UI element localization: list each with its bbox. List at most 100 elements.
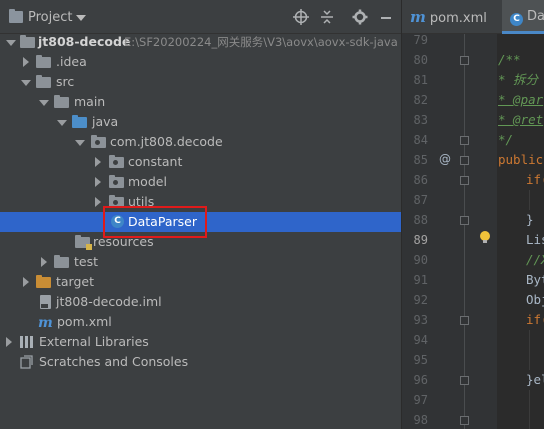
library-icon bbox=[20, 336, 34, 348]
tree-item-target[interactable]: target bbox=[0, 272, 401, 292]
expand-arrow-icon[interactable] bbox=[56, 112, 67, 132]
collapse-arrow-icon[interactable] bbox=[92, 192, 102, 212]
project-panel-header: Project bbox=[0, 0, 401, 34]
collapse-arrow-icon[interactable] bbox=[20, 52, 30, 72]
collapse-arrow-icon[interactable] bbox=[92, 152, 102, 172]
expand-arrow-icon[interactable] bbox=[38, 92, 49, 112]
fold-marker-icon[interactable] bbox=[460, 56, 469, 65]
line-number: 97 bbox=[413, 393, 428, 407]
tree-item-label: com.jt808.decode bbox=[110, 134, 223, 149]
module-file-icon bbox=[40, 295, 51, 309]
code-line[interactable]: } bbox=[526, 210, 534, 230]
tree-item-label: jt808-decode.iml bbox=[56, 294, 162, 309]
module-path-hint: E:\SF20200224_网关服务\V3\aovx\aovx-sdk-java bbox=[124, 35, 398, 49]
code-line[interactable]: Obj bbox=[526, 290, 544, 310]
tab-label: pom.xml bbox=[429, 11, 487, 26]
code-line[interactable]: public bbox=[498, 150, 543, 170]
expand-arrow-icon[interactable] bbox=[74, 132, 85, 152]
code-line[interactable]: Byt bbox=[526, 270, 544, 290]
collapse-icon[interactable] bbox=[319, 9, 335, 25]
code-line[interactable]: * @ret bbox=[498, 110, 543, 130]
line-number: 91 bbox=[413, 273, 428, 287]
line-number: 79 bbox=[413, 33, 428, 47]
code-line[interactable]: //X bbox=[526, 250, 544, 270]
java-class-icon: C bbox=[510, 13, 523, 26]
fold-marker-icon[interactable] bbox=[460, 316, 469, 325]
folder-icon bbox=[36, 75, 51, 88]
package-icon bbox=[109, 155, 124, 168]
indent-guide bbox=[529, 330, 530, 370]
tree-item-idea[interactable]: .idea bbox=[0, 52, 401, 72]
tree-item-main[interactable]: main bbox=[0, 92, 401, 112]
tree-item-external-libraries[interactable]: External Libraries bbox=[0, 332, 401, 352]
crosshair-icon[interactable] bbox=[293, 9, 309, 25]
line-number: 83 bbox=[413, 113, 428, 127]
tree-item-java[interactable]: java bbox=[0, 112, 401, 132]
fold-marker-icon[interactable] bbox=[460, 416, 469, 425]
excluded-folder-icon bbox=[36, 275, 51, 288]
scratches-icon bbox=[20, 355, 34, 369]
fold-marker-icon[interactable] bbox=[460, 376, 469, 385]
minimize-icon[interactable] bbox=[378, 9, 394, 25]
tree-item-label: External Libraries bbox=[39, 334, 149, 349]
line-number: 96 bbox=[413, 373, 428, 387]
tree-item-constant[interactable]: constant bbox=[0, 152, 401, 172]
line-number: 86 bbox=[413, 173, 428, 187]
expand-arrow-icon[interactable] bbox=[20, 72, 31, 92]
tree-item-test[interactable]: test bbox=[0, 252, 401, 272]
tree-item-pom[interactable]: m pom.xml bbox=[0, 312, 401, 332]
fold-marker-icon[interactable] bbox=[460, 136, 469, 145]
line-number-current: 89 bbox=[413, 233, 428, 247]
line-number: 94 bbox=[413, 333, 428, 347]
code-line[interactable]: * @par bbox=[498, 90, 543, 110]
code-line[interactable]: * 拆分 bbox=[498, 70, 538, 90]
resources-folder-icon bbox=[75, 235, 92, 250]
line-number: 80 bbox=[413, 53, 428, 67]
tree-item-label: Scratches and Consoles bbox=[39, 354, 189, 369]
tree-item-iml[interactable]: jt808-decode.iml bbox=[0, 292, 401, 312]
code-line[interactable]: */ bbox=[498, 130, 513, 150]
tree-item-package[interactable]: com.jt808.decode bbox=[0, 132, 401, 152]
tree-item-scratches[interactable]: Scratches and Consoles bbox=[0, 352, 401, 372]
indent-guide bbox=[529, 390, 530, 429]
chevron-down-icon[interactable] bbox=[76, 15, 86, 21]
tree-item-model[interactable]: model bbox=[0, 172, 401, 192]
line-number: 87 bbox=[413, 193, 428, 207]
tree-item-label: jt808-decode bbox=[38, 34, 131, 49]
fold-marker-icon[interactable] bbox=[460, 176, 469, 185]
fold-marker-icon[interactable] bbox=[460, 156, 469, 165]
line-number: 90 bbox=[413, 253, 428, 267]
maven-icon: m bbox=[410, 8, 426, 26]
collapse-arrow-icon[interactable] bbox=[20, 272, 30, 292]
code-line[interactable]: }el bbox=[526, 370, 544, 390]
project-view-selector[interactable]: Project bbox=[28, 10, 72, 25]
code-editor: m pom.xml C Da 79 80 81 82 83 84 85 86 87 … bbox=[401, 0, 544, 429]
indent-guide bbox=[529, 190, 530, 210]
collapse-arrow-icon[interactable] bbox=[3, 332, 13, 352]
tree-item-root[interactable]: jt808-decode E:\SF20200224_网关服务\V3\aovx\… bbox=[0, 32, 401, 52]
collapse-arrow-icon[interactable] bbox=[38, 252, 48, 272]
fold-marker-icon[interactable] bbox=[460, 216, 469, 225]
editor-gutter: 79 80 81 82 83 84 85 86 87 88 89 90 91 9… bbox=[402, 33, 497, 429]
code-line[interactable]: if( bbox=[526, 170, 544, 190]
package-icon bbox=[91, 135, 106, 148]
code-line[interactable]: if( bbox=[526, 310, 544, 330]
tree-item-src[interactable]: src bbox=[0, 72, 401, 92]
code-line[interactable]: /** bbox=[498, 50, 521, 70]
line-number: 93 bbox=[413, 313, 428, 327]
gear-icon[interactable] bbox=[352, 9, 368, 25]
tab-dataparser[interactable]: C Da bbox=[502, 0, 544, 34]
folder-icon bbox=[54, 95, 69, 108]
tab-pom-xml[interactable]: m pom.xml bbox=[410, 0, 487, 34]
tree-item-label: model bbox=[128, 174, 167, 189]
collapse-arrow-icon[interactable] bbox=[92, 172, 102, 192]
tree-item-label: test bbox=[74, 254, 99, 269]
folder-icon bbox=[54, 255, 69, 268]
line-number: 92 bbox=[413, 293, 428, 307]
code-line[interactable]: Lis bbox=[526, 230, 544, 250]
tree-item-label: constant bbox=[128, 154, 183, 169]
expand-arrow-icon[interactable] bbox=[5, 32, 16, 52]
override-marker-icon[interactable]: @ bbox=[439, 152, 451, 166]
line-number: 81 bbox=[413, 73, 428, 87]
lightbulb-icon[interactable] bbox=[480, 231, 490, 244]
